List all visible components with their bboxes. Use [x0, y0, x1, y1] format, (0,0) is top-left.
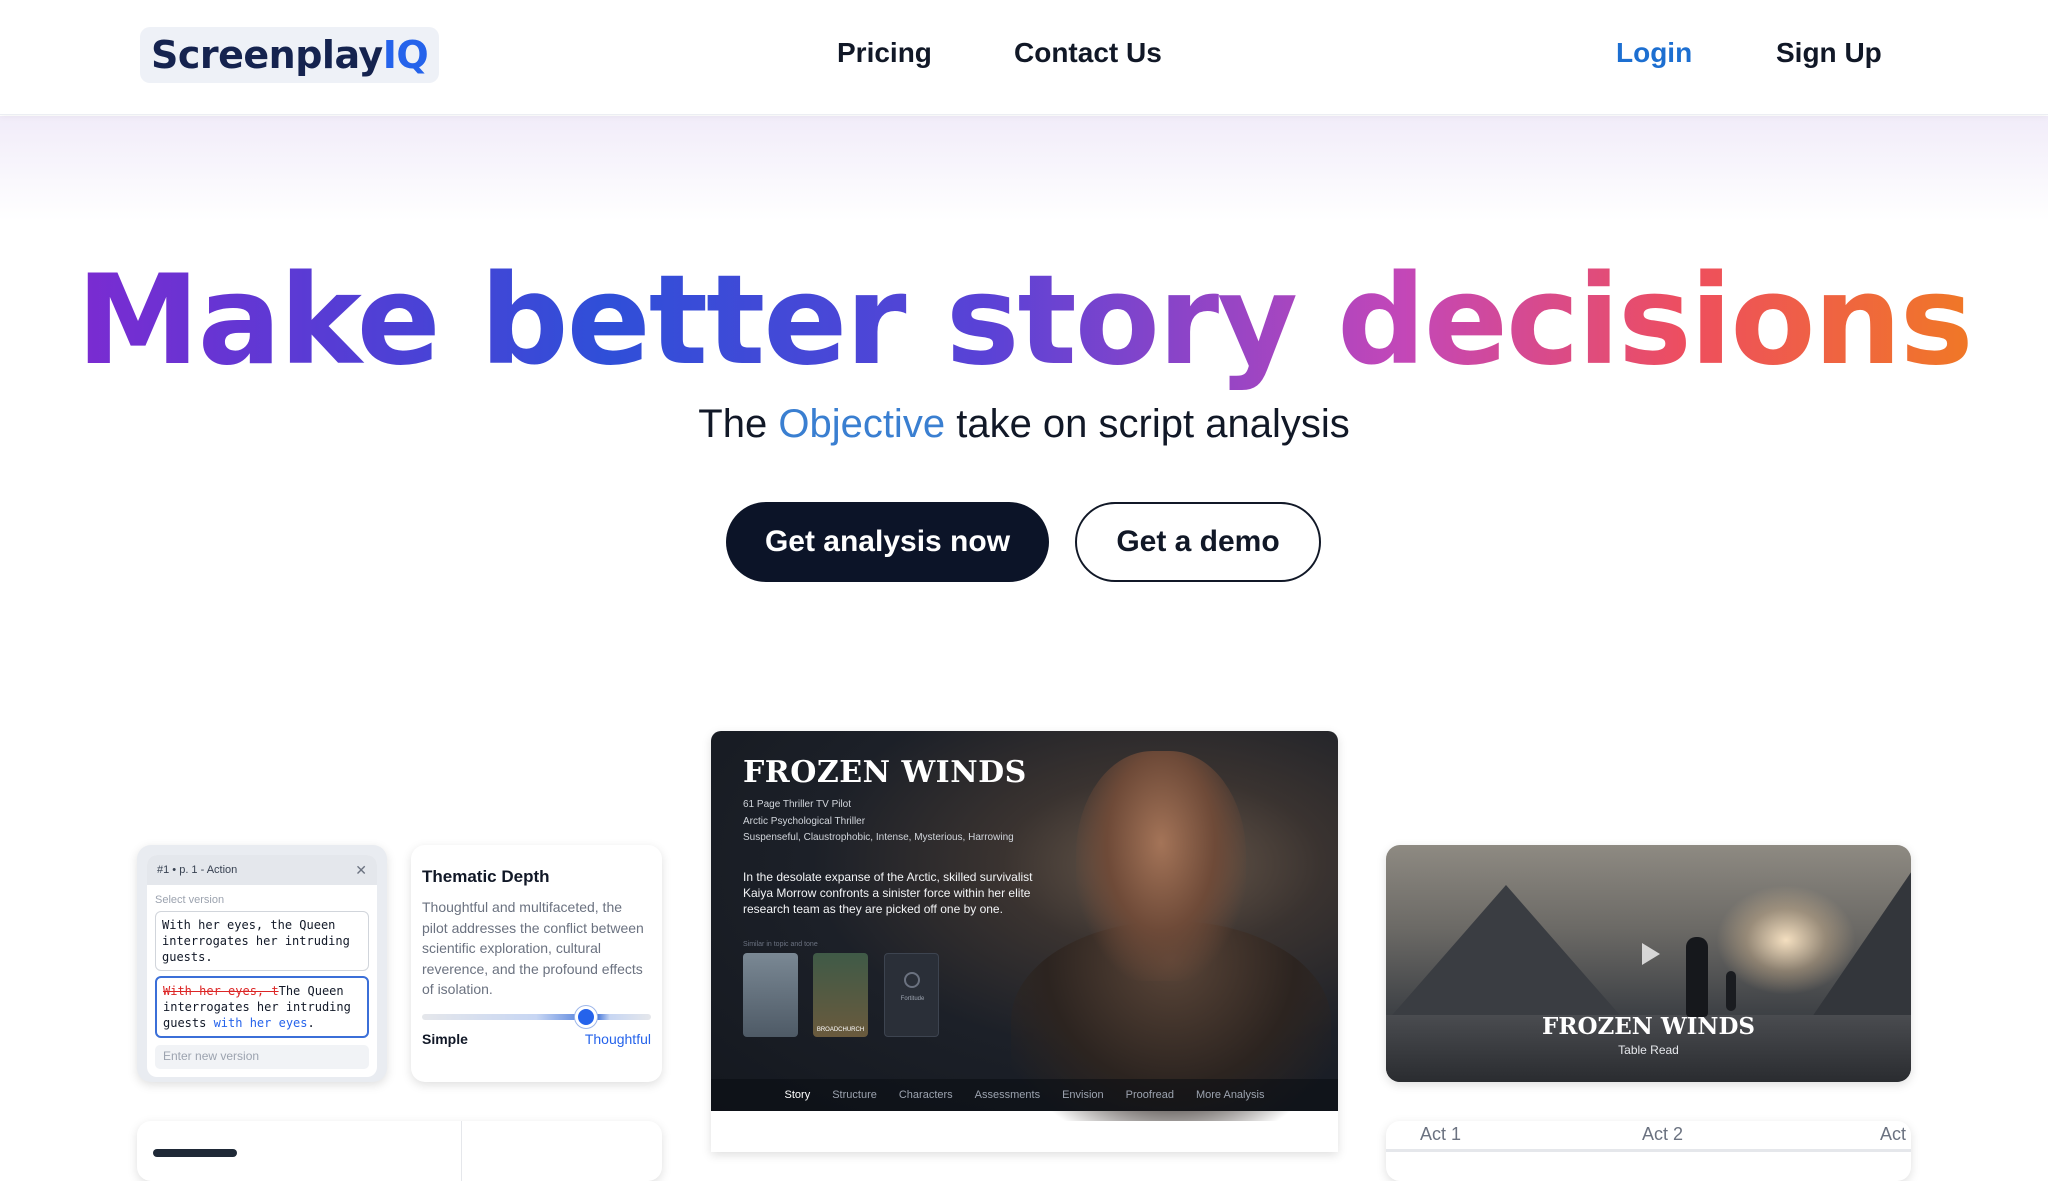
image-figure-face: [1076, 751, 1246, 981]
play-icon[interactable]: [1642, 943, 1660, 965]
act-label: Act: [1880, 1124, 1907, 1144]
tab-assessments[interactable]: Assessments: [975, 1089, 1040, 1101]
script-title: FROZEN WINDS: [743, 755, 1027, 790]
get-demo-button[interactable]: Get a demo: [1075, 502, 1321, 582]
meta-line: Suspenseful, Claustrophobic, Intense, My…: [743, 832, 1014, 843]
version-option-1[interactable]: With her eyes, the Queen interrogates he…: [155, 911, 369, 971]
sub-before: The: [698, 402, 768, 446]
slider-knob[interactable]: [575, 1005, 597, 1028]
logo[interactable]: Screenplay IQ: [140, 27, 440, 83]
image-figure: [1726, 971, 1736, 1011]
removed-text: With her eyes, t: [163, 984, 279, 998]
hero-headline-text: Make better story decisions: [76, 249, 1973, 393]
signup-link[interactable]: Sign Up: [1776, 37, 1882, 69]
version-card-header-text: #1 • p. 1 - Action: [157, 864, 238, 876]
poster-title: BROADCHURCH: [816, 1027, 865, 1033]
similar-poster[interactable]: Fortitude: [884, 953, 939, 1037]
end-punct: .: [307, 1016, 315, 1030]
sub-after: take on script analysis: [956, 402, 1350, 446]
slider-min-label: Simple: [422, 1030, 468, 1047]
version-card-header: #1 • p. 1 - Action ✕: [147, 855, 377, 885]
video-subtitle: Table Read: [1618, 1043, 1679, 1057]
close-icon[interactable]: ✕: [355, 862, 367, 879]
version-option-2[interactable]: With her eyes, tThe Queen interrogates h…: [155, 976, 369, 1038]
script-logline: In the desolate expanse of the Arctic, s…: [743, 870, 1033, 916]
meta-line: Arctic Psychological Thriller: [743, 815, 866, 827]
added-text: with her eyes: [213, 1016, 308, 1030]
get-analysis-button[interactable]: Get analysis now: [726, 502, 1049, 582]
act-timeline-card: Act 1 Act 2 Act: [1386, 1121, 1911, 1181]
tab-proofread[interactable]: Proofread: [1126, 1089, 1174, 1101]
similar-poster[interactable]: [743, 953, 798, 1037]
meta-line: 61 Page Thriller TV Pilot: [743, 799, 852, 810]
nav-link-pricing[interactable]: Pricing: [837, 37, 932, 69]
header-gradient-band: [0, 116, 2048, 221]
thematic-slider[interactable]: [422, 1005, 651, 1028]
video-title: FROZEN WINDS: [1542, 1013, 1755, 1040]
act-label: Act 2: [1642, 1124, 1684, 1144]
image-figure: [1686, 937, 1708, 1017]
analysis-tabs: Story Structure Characters Assessments E…: [711, 1079, 1338, 1111]
new-version-input[interactable]: Enter new version: [155, 1045, 369, 1069]
logo-accent: IQ: [382, 33, 429, 77]
sub-accent: Objective: [778, 402, 946, 446]
poster-title: Fortitude: [900, 996, 925, 1002]
table-read-video-card[interactable]: FROZEN WINDS Table Read: [1386, 845, 1911, 1082]
act-label: Act 1: [1420, 1124, 1462, 1144]
login-link[interactable]: Login: [1616, 37, 1692, 69]
top-navbar: Screenplay IQ Pricing Contact Us Login Si…: [0, 0, 2048, 115]
tab-characters[interactable]: Characters: [899, 1089, 953, 1101]
hero-subheadline: The Objective take on script analysis: [0, 402, 2048, 447]
similar-label: Similar in topic and tone: [743, 941, 818, 948]
slider-max-label: Thoughtful: [584, 1030, 651, 1047]
thematic-title: Thematic Depth: [422, 867, 550, 886]
hero-headline: Make better story decisions: [0, 246, 2048, 396]
thematic-depth-card: Thematic Depth Thoughtful and multifacet…: [411, 845, 662, 1082]
hero-still-image: FROZEN WINDS 61 Page Thriller TV Pilot A…: [711, 731, 1338, 1121]
version-select-card: #1 • p. 1 - Action ✕ Select version With…: [137, 845, 387, 1082]
select-version-label: Select version: [155, 894, 225, 906]
tab-structure[interactable]: Structure: [832, 1089, 877, 1101]
script-meta: 61 Page Thriller TV Pilot Arctic Psychol…: [743, 797, 1014, 847]
bottom-card-left: [137, 1121, 662, 1181]
film-reel-icon: [904, 972, 920, 988]
placeholder-bar: [153, 1149, 237, 1157]
nav-link-contact[interactable]: Contact Us: [1014, 37, 1162, 69]
tab-story[interactable]: Story: [785, 1089, 811, 1101]
thematic-description: Thoughtful and multifaceted, the pilot a…: [422, 899, 644, 997]
logo-text: Screenplay: [151, 33, 383, 77]
tab-envision[interactable]: Envision: [1062, 1089, 1104, 1101]
tab-more-analysis[interactable]: More Analysis: [1196, 1089, 1264, 1101]
similar-poster[interactable]: BROADCHURCH: [813, 953, 868, 1037]
divider: [461, 1121, 462, 1181]
script-overview-card: FROZEN WINDS 61 Page Thriller TV Pilot A…: [711, 731, 1338, 1152]
